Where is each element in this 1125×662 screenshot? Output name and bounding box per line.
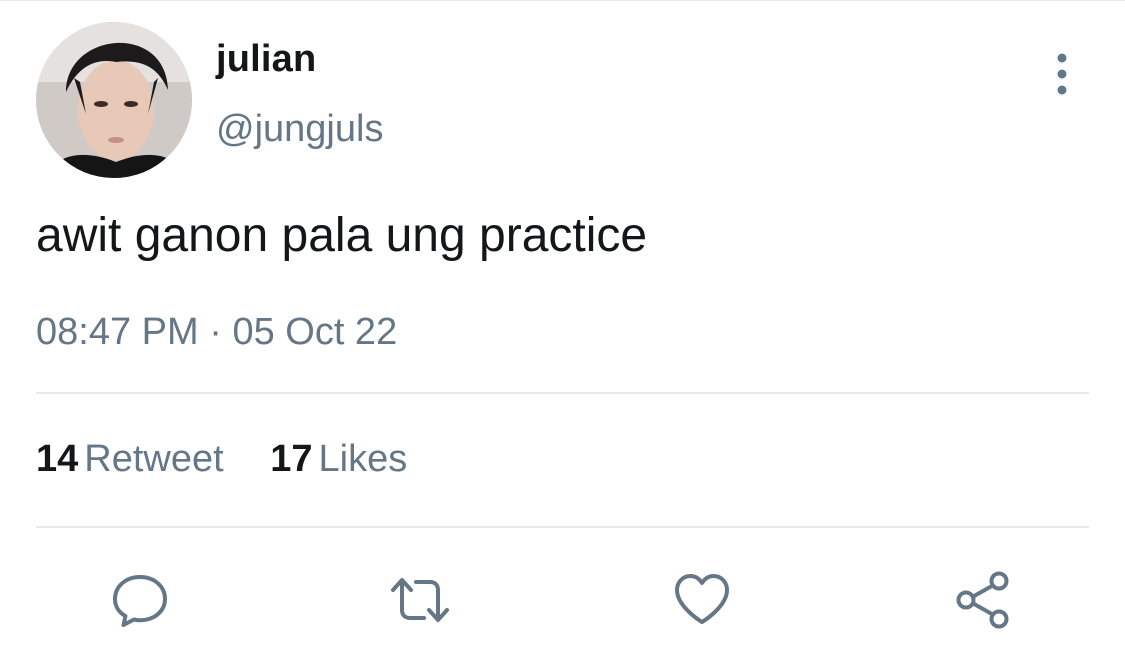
tweet-time: 08:47 PM: [36, 311, 199, 353]
divider: [36, 526, 1089, 528]
heart-icon: [675, 574, 729, 624]
top-divider: [0, 0, 1125, 1]
share-button[interactable]: [953, 570, 1013, 630]
retweet-stat[interactable]: 14 Retweet: [36, 438, 224, 481]
tweet-stats: 14 Retweet 17 Likes: [36, 438, 443, 481]
avatar[interactable]: [36, 22, 192, 178]
reply-button[interactable]: [110, 570, 170, 630]
user-handle[interactable]: @jungjuls: [216, 108, 383, 151]
display-name[interactable]: julian: [216, 38, 316, 81]
divider: [36, 392, 1089, 394]
like-label: Likes: [318, 438, 408, 480]
timestamp-separator: ·: [209, 311, 222, 353]
more-options-button[interactable]: [1046, 52, 1078, 96]
share-icon: [956, 571, 1009, 629]
like-count: 17: [270, 438, 313, 480]
tweet-timestamp: 08:47 PM · 05 Oct 22: [36, 311, 397, 354]
reply-icon: [113, 575, 167, 627]
retweet-count: 14: [36, 438, 79, 480]
retweet-button[interactable]: [390, 570, 450, 630]
more-vertical-icon: [1057, 53, 1067, 95]
like-button[interactable]: [672, 570, 732, 630]
like-stat[interactable]: 17 Likes: [270, 438, 407, 481]
retweet-label: Retweet: [84, 438, 224, 480]
tweet-text: awit ganon pala ung practice: [36, 209, 648, 262]
retweet-icon: [391, 578, 449, 622]
tweet-date: 05 Oct 22: [232, 311, 398, 353]
avatar-photo: [36, 22, 192, 178]
